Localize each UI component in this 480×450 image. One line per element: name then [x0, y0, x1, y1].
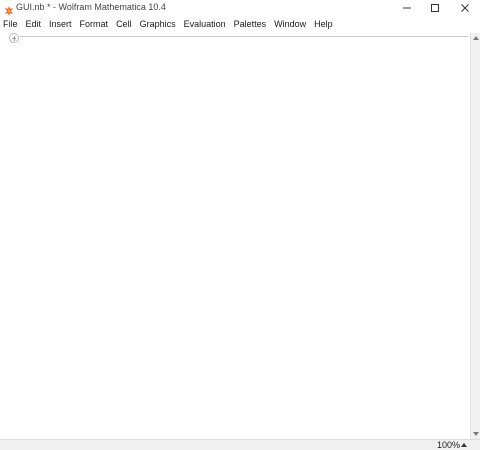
close-button[interactable]	[450, 0, 480, 16]
mathematica-spiky-icon	[4, 3, 14, 16]
mathematica-window: GUI.nb * - Wolfram Mathematica 10.4 File…	[0, 0, 480, 450]
scroll-down-arrow-icon[interactable]	[473, 432, 479, 436]
title-bar[interactable]: GUI.nb * - Wolfram Mathematica 10.4	[0, 0, 480, 16]
menu-bar: File Edit Insert Format Cell Graphics Ev…	[0, 17, 480, 32]
status-bar: 100%	[0, 439, 480, 450]
menu-window[interactable]: Window	[270, 18, 310, 31]
vertical-scrollbar[interactable]	[470, 33, 480, 439]
scroll-up-arrow-icon[interactable]	[473, 36, 479, 40]
close-icon	[461, 4, 469, 12]
menu-cell[interactable]: Cell	[112, 18, 136, 31]
minimize-icon	[403, 7, 411, 9]
zoom-level[interactable]: 100%	[437, 440, 460, 450]
menu-palettes[interactable]: Palettes	[230, 18, 271, 31]
minimize-button[interactable]	[392, 0, 422, 16]
menu-insert[interactable]: Insert	[45, 18, 76, 31]
menu-file[interactable]: File	[0, 18, 22, 31]
menu-edit[interactable]: Edit	[22, 18, 46, 31]
plus-circle-icon[interactable]	[9, 33, 19, 43]
maximize-icon	[431, 4, 439, 12]
menu-evaluation[interactable]: Evaluation	[180, 18, 230, 31]
caret-up-icon[interactable]	[461, 443, 467, 447]
notebook-area[interactable]	[0, 33, 470, 439]
menu-format[interactable]: Format	[76, 18, 113, 31]
window-title: GUI.nb * - Wolfram Mathematica 10.4	[16, 2, 166, 12]
maximize-button[interactable]	[420, 0, 450, 16]
menu-graphics[interactable]: Graphics	[136, 18, 180, 31]
cell-insertion-line[interactable]	[20, 36, 468, 37]
menu-help[interactable]: Help	[310, 18, 337, 31]
